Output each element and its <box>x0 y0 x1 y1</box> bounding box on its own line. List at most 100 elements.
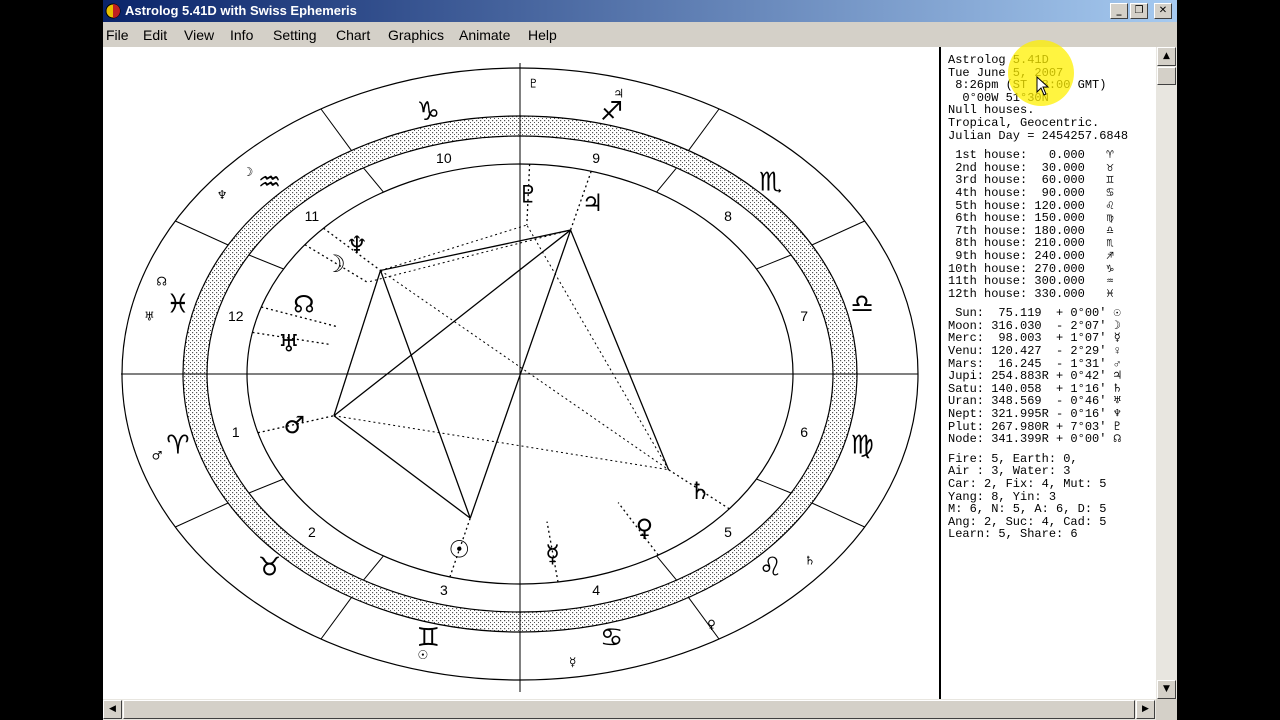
sign-glyph: ♏ <box>759 167 782 197</box>
sign-cusp-line <box>811 220 865 246</box>
astro-wheel-chart[interactable]: ♈ 1♉2♊3♋4♌5♍6♎7♏8♐9♑10♒11♓ 12☉☽☿♀♂♃♄♅♆♇☊☉☽… <box>103 47 939 699</box>
house-number: 9 <box>592 150 600 166</box>
house-number: 4 <box>592 582 600 598</box>
title-bar[interactable]: Astrolog 5.41D with Swiss Ephemeris _ ❐ … <box>103 0 1177 22</box>
house-number: 3 <box>440 582 448 598</box>
info-houses: 1st house: 0.000 ♈ 2nd house: 30.000 ♉ 3… <box>948 149 1158 300</box>
info-summary: Fire: 5, Earth: 0, Air : 3, Water: 3 Car: … <box>948 453 1158 541</box>
planet-position-line: Node: 341.399R + 0°00' ☊ <box>948 432 1121 447</box>
menu-setting[interactable]: Setting <box>273 27 317 43</box>
sign-glyph: ♍ <box>850 430 873 460</box>
outer-planet-marker: ♃ <box>613 86 624 100</box>
planet-glyph: ♂ <box>284 411 306 439</box>
scroll-up-icon[interactable]: ▲ <box>1157 47 1176 66</box>
maximize-button[interactable]: ❐ <box>1130 3 1148 19</box>
house-cusp-line: 11th house: 300.000 ♒ <box>948 274 1114 289</box>
outer-planet-marker: ♀ <box>707 618 716 632</box>
house-cusp-line: 12th house: 330.000 ♓ <box>948 286 1114 301</box>
outer-planet-marker: ♄ <box>805 554 816 568</box>
house-number: 10 <box>436 150 452 166</box>
planet-position-line: Venu: 120.427 - 2°29' ♀ <box>948 344 1121 359</box>
outer-planet-marker: ☿ <box>569 655 576 669</box>
minimize-button[interactable]: _ <box>1110 3 1128 19</box>
sign-cusp-line <box>175 502 229 528</box>
close-button[interactable]: ✕ <box>1154 3 1172 19</box>
panel-divider <box>939 47 941 699</box>
planet-glyph: ☉ <box>448 535 470 563</box>
app-window: Astrolog 5.41D with Swiss Ephemeris _ ❐ … <box>103 0 1177 720</box>
planet-glyph: ♆ <box>346 231 368 259</box>
outer-planet-marker: ☊ <box>156 274 167 288</box>
outer-planet-marker: ♆ <box>217 188 228 202</box>
planet-position-line: Jupi: 254.883R + 0°42' ♃ <box>948 369 1121 384</box>
menu-edit[interactable]: Edit <box>143 27 167 43</box>
sign-glyph: ♎ <box>850 290 873 320</box>
planet-glyph: ♄ <box>689 477 711 505</box>
house-number: 7 <box>800 308 808 324</box>
menu-help[interactable]: Help <box>528 27 557 43</box>
outer-planet-marker: ☉ <box>418 648 429 662</box>
horizontal-scrollbar[interactable]: ◀ ▶ <box>103 699 1156 720</box>
outer-planet-marker: ♂ <box>152 448 163 462</box>
menu-animate[interactable]: Animate <box>459 27 510 43</box>
outer-planet-marker: ♅ <box>144 309 155 323</box>
menu-info[interactable]: Info <box>230 27 253 43</box>
outer-planet-marker: ☽ <box>242 165 253 179</box>
house-cusp-line: 6th house: 150.000 ♍ <box>948 211 1114 226</box>
window-title: Astrolog 5.41D with Swiss Ephemeris <box>125 3 357 18</box>
sign-glyph: ♒ <box>258 167 281 197</box>
sign-glyph: ♉ <box>258 553 281 583</box>
scroll-down-icon[interactable]: ▼ <box>1157 680 1176 699</box>
house-number: 2 <box>308 524 316 540</box>
planet-glyph: ♃ <box>582 189 604 217</box>
client-area: ♈ 1 ♉ 2 ♊ 3 ♋ 4 ♌ 5 ♍ 6 ♎ 7 ♏ 8 ♐ 9 ♑ 10 ♒ 11 ♓ 12 ☉ ☽ ☿ ♀ ♂ ♃ ♄ ♅ ♆ ♇ ☊ ☉ ☽… <box>103 47 1156 699</box>
sign-glyph: ♑ <box>417 97 440 127</box>
info-header-line: Tropical, Geocentric. <box>948 115 1100 130</box>
element-summary-line: Learn: 5, Share: 6 <box>948 527 1078 542</box>
scroll-right-icon[interactable]: ▶ <box>1136 700 1155 719</box>
vertical-scroll-thumb[interactable] <box>1157 67 1176 85</box>
sign-cusp-line <box>175 220 229 246</box>
house-cusp-line: 9th house: 240.000 ♐ <box>948 248 1114 263</box>
element-summary-line: Car: 2, Fix: 4, Mut: 5 <box>948 477 1107 491</box>
menu-graphics[interactable]: Graphics <box>388 27 444 43</box>
planet-glyph: ♅ <box>278 330 300 358</box>
sign-glyph: ♌ <box>759 553 782 583</box>
info-header-line: Julian Day = 2454257.6848 <box>948 128 1129 143</box>
menu-view[interactable]: View <box>184 27 214 43</box>
planet-glyph: ♀ <box>636 514 654 542</box>
house-number: 1 <box>232 424 240 440</box>
sign-glyph: ♋ <box>600 623 623 653</box>
scroll-left-icon[interactable]: ◀ <box>103 700 122 719</box>
house-cusp-line: 4th house: 90.000 ♋ <box>948 185 1114 200</box>
sign-cusp-line <box>320 597 352 640</box>
house-cusp-line: 1st house: 0.000 ♈ <box>948 148 1114 163</box>
house-number: 8 <box>724 208 732 224</box>
sign-glyph: ♐ <box>600 97 623 127</box>
sign-glyph: ♈ <box>166 430 189 460</box>
planet-position-line: Sun: 75.119 + 0°00' ☉ <box>948 306 1121 321</box>
menu-file[interactable]: File <box>106 27 129 43</box>
menu-chart[interactable]: Chart <box>336 27 370 43</box>
horizontal-scroll-thumb[interactable] <box>123 700 1135 719</box>
chart-info-panel: Astrolog 5.41DTue June 5, 2007 8:26pm (S… <box>948 54 1158 541</box>
outer-planet-marker: ♇ <box>528 76 539 90</box>
mouse-pointer-icon <box>1036 76 1050 96</box>
planet-glyph: ☊ <box>293 290 314 318</box>
planet-glyph: ☿ <box>545 540 560 568</box>
planet-glyph: ♇ <box>517 181 539 209</box>
sign-cusp-line <box>688 108 720 151</box>
house-number: 11 <box>305 208 320 224</box>
element-summary-line: M: 6, N: 5, A: 6, D: 5 <box>948 502 1107 517</box>
house-number: 12 <box>228 308 244 324</box>
house-number: 6 <box>800 424 808 440</box>
vertical-scrollbar[interactable]: ▲ ▼ <box>1156 47 1177 699</box>
sign-glyph: ♓ <box>166 290 189 320</box>
app-icon <box>105 3 121 19</box>
cursor-highlight <box>1008 40 1074 106</box>
planet-glyph: ☽ <box>324 250 346 278</box>
sign-cusp-line <box>811 502 865 528</box>
sign-cusp-line <box>320 108 352 151</box>
house-number: 5 <box>724 524 732 540</box>
planet-position-line: Nept: 321.995R - 0°16' ♆ <box>948 407 1121 422</box>
